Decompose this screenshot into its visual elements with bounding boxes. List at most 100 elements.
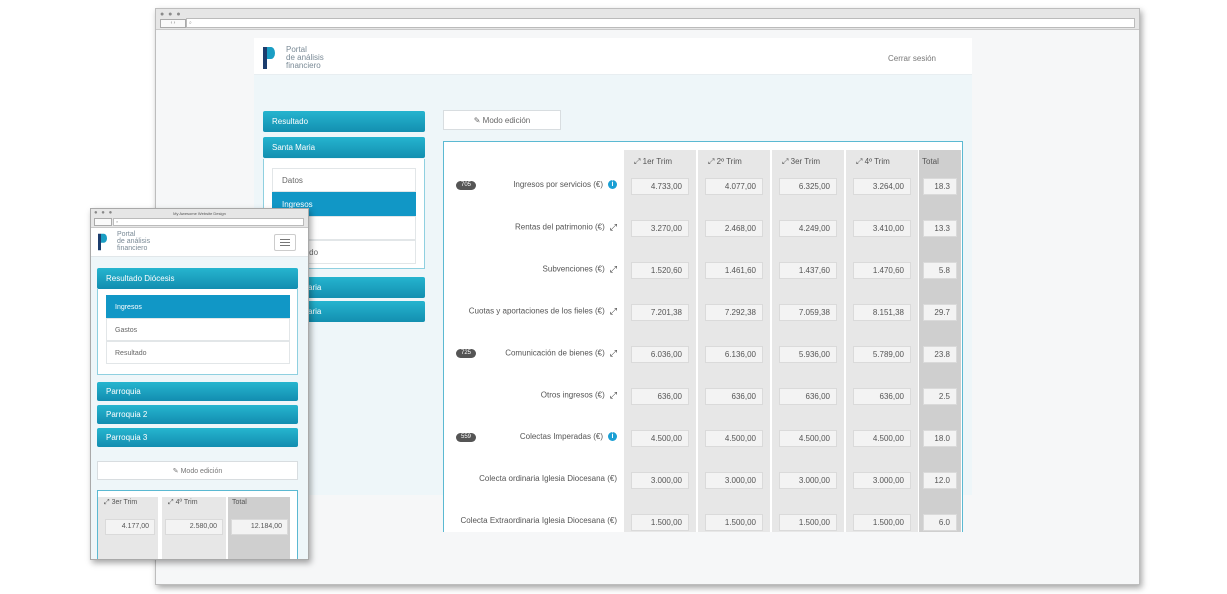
value-cell[interactable]: 4.500,00 xyxy=(779,430,837,447)
total-cell: 12.0 xyxy=(923,472,957,489)
value-cell[interactable]: 2.580,00 xyxy=(165,519,223,535)
total-cell: 13.3 xyxy=(923,220,957,237)
value-cell[interactable]: 3.270,00 xyxy=(631,220,689,237)
value-cell[interactable]: 7.201,38 xyxy=(631,304,689,321)
expand-icon[interactable]: ⤢ xyxy=(610,306,617,317)
value-cell[interactable]: 636,00 xyxy=(705,388,763,405)
mobile-income-table: ⤢ 3er Trim ⤢ 4º Trim Total 4.177,00 2.58… xyxy=(97,490,298,559)
edit-mode-button[interactable]: ✎ Modo edición xyxy=(97,461,298,480)
accordion-parroquia[interactable]: Parroquia xyxy=(97,382,298,401)
column-header-3er-trim[interactable]: ⤢ 3er Trim xyxy=(104,499,137,507)
value-cell[interactable]: 4.500,00 xyxy=(853,430,911,447)
value-cell[interactable]: 4.500,00 xyxy=(705,430,763,447)
value-cell[interactable]: 4.500,00 xyxy=(631,430,689,447)
logout-link[interactable]: Cerrar sesión xyxy=(888,54,936,63)
row-label-text: Colecta Extraordinaria Iglesia Diocesana… xyxy=(460,516,617,525)
window-controls[interactable]: ● ● ● xyxy=(160,11,182,18)
info-icon[interactable]: i xyxy=(608,432,617,442)
value-cell[interactable]: 4.177,00 xyxy=(105,519,155,535)
accordion-resultado-diocesis[interactable]: Resultado Diócesis xyxy=(97,268,298,289)
value-cell[interactable]: 4.249,00 xyxy=(779,220,837,237)
row-label: Colecta ordinaria Iglesia Diocesana (€) xyxy=(479,474,617,483)
value-cell[interactable]: 1.461,60 xyxy=(705,262,763,279)
submenu-item-resultado[interactable]: Resultado xyxy=(106,341,290,364)
count-badge: 559 xyxy=(456,433,476,442)
back-forward-buttons[interactable]: ‹ › xyxy=(160,19,186,28)
expand-icon[interactable]: ⤢ xyxy=(610,348,617,359)
edit-mode-button[interactable]: ✎ Modo edición xyxy=(443,110,561,130)
value-cell[interactable]: 6.036,00 xyxy=(631,346,689,363)
column-header[interactable]: ⤢ 4º Trim xyxy=(856,150,890,174)
column-label: Total xyxy=(922,157,939,166)
column-label: 1er Trim xyxy=(642,157,672,166)
value-cell[interactable]: 1.500,00 xyxy=(853,514,911,531)
mobile-app-body: Resultado Diócesis Ingresos Gastos Resul… xyxy=(91,257,308,559)
value-cell[interactable]: 3.000,00 xyxy=(631,472,689,489)
total-cell: 12.184,00 xyxy=(231,519,288,535)
row-label: Subvenciones (€) ⤢ xyxy=(543,264,617,275)
value-cell[interactable]: 5.789,00 xyxy=(853,346,911,363)
edit-icon: ✎ xyxy=(172,468,179,475)
value-cell[interactable]: 3.264,00 xyxy=(853,178,911,195)
value-cell[interactable]: 1.500,00 xyxy=(779,514,837,531)
row-label-text: Subvenciones (€) xyxy=(542,264,605,274)
value-cell[interactable]: 1.437,60 xyxy=(779,262,837,279)
accordion-parroquia-2[interactable]: Parroquia 2 xyxy=(97,405,298,424)
value-cell[interactable]: 7.292,38 xyxy=(705,304,763,321)
value-cell[interactable]: 636,00 xyxy=(779,388,837,405)
expand-icon[interactable]: ⤢ xyxy=(610,222,617,233)
value-cell[interactable]: 7.059,38 xyxy=(779,304,837,321)
value-cell[interactable]: 3.000,00 xyxy=(853,472,911,489)
column-header-4-trim[interactable]: ⤢ 4º Trim xyxy=(168,499,198,507)
logo-text: Portal de análisis financiero xyxy=(286,46,324,70)
value-cell[interactable]: 3.000,00 xyxy=(779,472,837,489)
app-page: Portal de análisis financiero Cerrar ses… xyxy=(254,38,972,532)
expand-icon: ⤢ xyxy=(634,157,641,166)
value-cell[interactable]: 4.077,00 xyxy=(705,178,763,195)
accordion-resultado[interactable]: Resultado xyxy=(263,111,425,132)
total-cell: 29.7 xyxy=(923,304,957,321)
value-cell[interactable]: 1.520,60 xyxy=(631,262,689,279)
column-header[interactable]: ⤢ 2º Trim xyxy=(708,150,742,174)
submenu-item-datos[interactable]: Datos xyxy=(272,168,416,192)
submenu-item-gastos[interactable]: Gastos xyxy=(106,318,290,341)
accordion-santa-maria[interactable]: Santa Maria xyxy=(263,137,425,158)
count-badge: 725 xyxy=(456,349,476,358)
browser-toolbar: ● ● ● ‹ › ⌕ xyxy=(156,9,1139,30)
expand-icon[interactable]: ⤢ xyxy=(610,390,617,401)
row-label-text: Colectas Imperadas (€) xyxy=(519,432,603,441)
back-forward-buttons[interactable] xyxy=(94,218,112,226)
value-cell[interactable]: 5.936,00 xyxy=(779,346,837,363)
value-cell[interactable]: 1.500,00 xyxy=(631,514,689,531)
mobile-window-title: My Awesome Website Design xyxy=(173,211,226,216)
address-bar[interactable]: ⌕ xyxy=(113,218,304,226)
portal-logo-icon[interactable] xyxy=(263,47,275,69)
column-label: 4º Trim xyxy=(864,157,890,166)
submenu-item-ingresos[interactable]: Ingresos xyxy=(106,295,290,318)
value-cell[interactable]: 2.468,00 xyxy=(705,220,763,237)
address-bar[interactable]: ⌕ xyxy=(186,18,1135,28)
value-cell[interactable]: 3.410,00 xyxy=(853,220,911,237)
column-header: Total xyxy=(922,150,939,174)
value-cell[interactable]: 1.500,00 xyxy=(705,514,763,531)
value-cell[interactable]: 4.733,00 xyxy=(631,178,689,195)
expand-icon[interactable]: ⤢ xyxy=(610,264,617,275)
column-header[interactable]: ⤢ 1er Trim xyxy=(634,150,672,174)
accordion-parroquia-3[interactable]: Parroquia 3 xyxy=(97,428,298,447)
income-table: ⤢ 1er Trim ⤢ 2º Trim ⤢ 3er Trim ⤢ 4º Trim To… xyxy=(443,141,963,532)
value-cell[interactable]: 3.000,00 xyxy=(705,472,763,489)
value-cell[interactable]: 6.136,00 xyxy=(705,346,763,363)
value-cell[interactable]: 6.325,00 xyxy=(779,178,837,195)
value-cell[interactable]: 636,00 xyxy=(631,388,689,405)
info-icon[interactable]: i xyxy=(608,180,617,190)
column-label: 2º Trim xyxy=(716,157,742,166)
row-label: Colecta Extraordinaria Iglesia Diocesana… xyxy=(460,516,617,525)
total-cell: 18.3 xyxy=(923,178,957,195)
column-header[interactable]: ⤢ 3er Trim xyxy=(782,150,820,174)
portal-logo-icon[interactable] xyxy=(98,233,107,251)
value-cell[interactable]: 8.151,38 xyxy=(853,304,911,321)
value-cell[interactable]: 1.470,60 xyxy=(853,262,911,279)
row-label-text: Cuotas y aportaciones de los fieles (€) xyxy=(468,306,605,316)
value-cell[interactable]: 636,00 xyxy=(853,388,911,405)
hamburger-menu-icon[interactable] xyxy=(274,234,296,251)
